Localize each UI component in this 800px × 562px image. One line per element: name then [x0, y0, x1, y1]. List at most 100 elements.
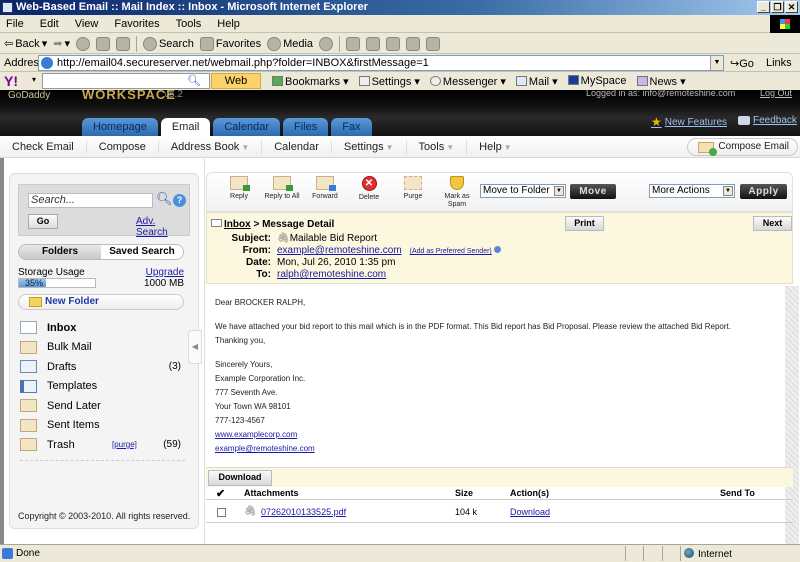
mail-button[interactable]: Mail ▾ — [515, 75, 558, 88]
address-input[interactable]: http://email04.secureserver.net/webmail.… — [38, 55, 724, 71]
tab-fax[interactable]: Fax — [331, 118, 372, 136]
next-button[interactable]: Next — [753, 216, 792, 231]
reply-button[interactable]: Reply — [219, 176, 259, 201]
tab-folders[interactable]: Folders — [19, 245, 101, 259]
settings-icon — [358, 76, 370, 86]
search-icon[interactable]: 🔍︎ — [187, 74, 201, 87]
close-button[interactable]: ✕ — [785, 1, 798, 13]
refresh-icon[interactable] — [95, 36, 110, 51]
myspace-button[interactable]: MySpace — [567, 75, 627, 88]
feedback-link[interactable]: Feedback — [738, 115, 797, 126]
yahoo-dropdown-icon[interactable]: ▾ — [32, 75, 36, 84]
chevron-down-icon: ▼ — [503, 142, 512, 152]
folder-sent-items[interactable]: Sent Items — [20, 416, 185, 436]
mail-search-input[interactable]: Search... — [28, 193, 153, 208]
menu-view[interactable]: View — [75, 18, 99, 30]
purge-button[interactable]: Purge — [393, 176, 433, 201]
logout-link[interactable]: Log Out — [760, 88, 792, 98]
favorites-button[interactable]: Favorites — [199, 36, 261, 51]
go-button[interactable]: ↪Go — [730, 57, 754, 70]
edit-icon[interactable] — [386, 36, 401, 51]
more-actions-select[interactable]: More Actions ▼ — [649, 184, 735, 198]
menu-tools[interactable]: Tools — [176, 18, 202, 30]
nav-help[interactable]: Help ▼ — [467, 141, 524, 154]
restore-button[interactable]: ❐ — [771, 1, 784, 13]
folder-bulk-mail[interactable]: Bulk Mail — [20, 338, 185, 358]
adv-search-link[interactable]: Adv. Search — [136, 216, 189, 238]
apply-button[interactable]: Apply — [740, 184, 787, 199]
news-button[interactable]: News ▾ — [636, 75, 686, 88]
dropdown-arrow-icon: ▼ — [554, 186, 564, 196]
select-all-check-icon[interactable]: ✔ — [216, 487, 225, 500]
nav-compose[interactable]: Compose — [87, 141, 159, 153]
print-button[interactable]: Print — [565, 216, 604, 231]
new-folder-button[interactable]: New Folder — [18, 294, 184, 310]
upgrade-link[interactable]: Upgrade — [146, 267, 184, 278]
folder-templates[interactable]: Templates — [20, 377, 185, 397]
delete-button[interactable]: ✕ Delete — [349, 176, 389, 202]
breadcrumb-inbox-link[interactable]: Inbox — [224, 219, 251, 230]
help-icon[interactable] — [493, 246, 501, 253]
attachment-download-link[interactable]: Download — [510, 507, 550, 517]
mark-as-spam-button[interactable]: Mark as Spam — [437, 176, 477, 209]
compose-email-button[interactable]: Compose Email — [687, 138, 798, 156]
menu-favorites[interactable]: Favorites — [114, 18, 159, 30]
menu-edit[interactable]: Edit — [40, 18, 59, 30]
tab-files[interactable]: Files — [282, 118, 329, 136]
folder-send-later[interactable]: Send Later — [20, 396, 185, 416]
print-icon[interactable] — [366, 36, 381, 51]
tab-homepage[interactable]: Homepage — [82, 118, 158, 136]
media-button[interactable]: Media — [267, 36, 313, 51]
search-go-button[interactable]: Go — [28, 214, 58, 229]
tab-email[interactable]: Email — [160, 118, 211, 136]
messenger-icon[interactable] — [426, 36, 441, 51]
nav-check-email[interactable]: Check Email — [0, 141, 87, 153]
address-dropdown-icon[interactable]: ▼ — [710, 56, 723, 70]
search-icon[interactable]: 🔍︎ — [156, 191, 173, 207]
folder-inbox[interactable]: Inbox — [20, 318, 185, 338]
signature-email-link[interactable]: example@remoteshine.com — [215, 444, 315, 453]
messenger-button[interactable]: Messenger ▾ — [429, 75, 506, 88]
purge-trash-link[interactable]: [purge] — [112, 440, 137, 449]
yahoo-logo[interactable]: Y! — [4, 73, 18, 89]
folder-name: Send Later — [47, 399, 101, 412]
bookmarks-button[interactable]: Bookmarks ▾ — [272, 75, 349, 88]
from-link[interactable]: example@remoteshine.com — [277, 245, 402, 256]
menu-file[interactable]: File — [6, 18, 24, 30]
tab-calendar[interactable]: Calendar — [213, 118, 280, 136]
discuss-icon[interactable] — [406, 36, 421, 51]
minimize-button[interactable]: _ — [757, 1, 770, 13]
back-button[interactable]: ⇦ Back ▾ — [4, 37, 47, 51]
web-search-button[interactable]: Web Search — [211, 73, 261, 101]
download-attachments-button[interactable]: Download — [208, 470, 272, 486]
nav-calendar[interactable]: Calendar — [262, 141, 332, 153]
settings-button[interactable]: Settings ▾ — [358, 75, 420, 88]
tab-saved-search[interactable]: Saved Search — [101, 245, 183, 259]
to-link[interactable]: ralph@remoteshine.com — [277, 269, 386, 281]
menu-help[interactable]: Help — [217, 18, 240, 30]
mail-icon[interactable] — [346, 36, 361, 51]
add-preferred-sender-link[interactable]: (Add as Preferred Sender) — [410, 248, 492, 255]
new-features-link[interactable]: ★ New Features — [651, 115, 727, 129]
move-button[interactable]: Move — [570, 184, 616, 199]
search-button[interactable]: Search — [142, 36, 194, 51]
nav-settings[interactable]: Settings ▼ — [332, 140, 407, 154]
storage-total: 1000 MB — [143, 278, 184, 289]
forward-button[interactable]: ➡ ▾ — [53, 37, 70, 50]
folder-trash[interactable]: Trash [purge] (59) — [20, 435, 185, 455]
chevron-down-icon: ▼ — [385, 142, 394, 152]
website-link[interactable]: www.examplecorp.com — [215, 430, 297, 439]
nav-address-book[interactable]: Address Book ▼ — [159, 140, 263, 154]
attachment-file-link[interactable]: 07262010133525.pdf — [261, 507, 346, 517]
home-icon[interactable] — [115, 36, 130, 51]
move-to-folder-select[interactable]: Move to Folder ▼ — [480, 184, 566, 198]
history-icon[interactable] — [319, 36, 334, 51]
help-icon[interactable]: ? — [173, 194, 186, 207]
collapse-sidebar-button[interactable]: ◀ — [188, 330, 202, 364]
forward-button[interactable]: Forward — [305, 176, 345, 201]
stop-icon[interactable] — [75, 36, 90, 51]
nav-tools[interactable]: Tools ▼ — [407, 140, 468, 154]
reply-all-button[interactable]: Reply to All — [262, 176, 302, 201]
attachment-checkbox[interactable] — [217, 508, 226, 517]
folder-drafts[interactable]: Drafts (3) — [20, 357, 185, 377]
